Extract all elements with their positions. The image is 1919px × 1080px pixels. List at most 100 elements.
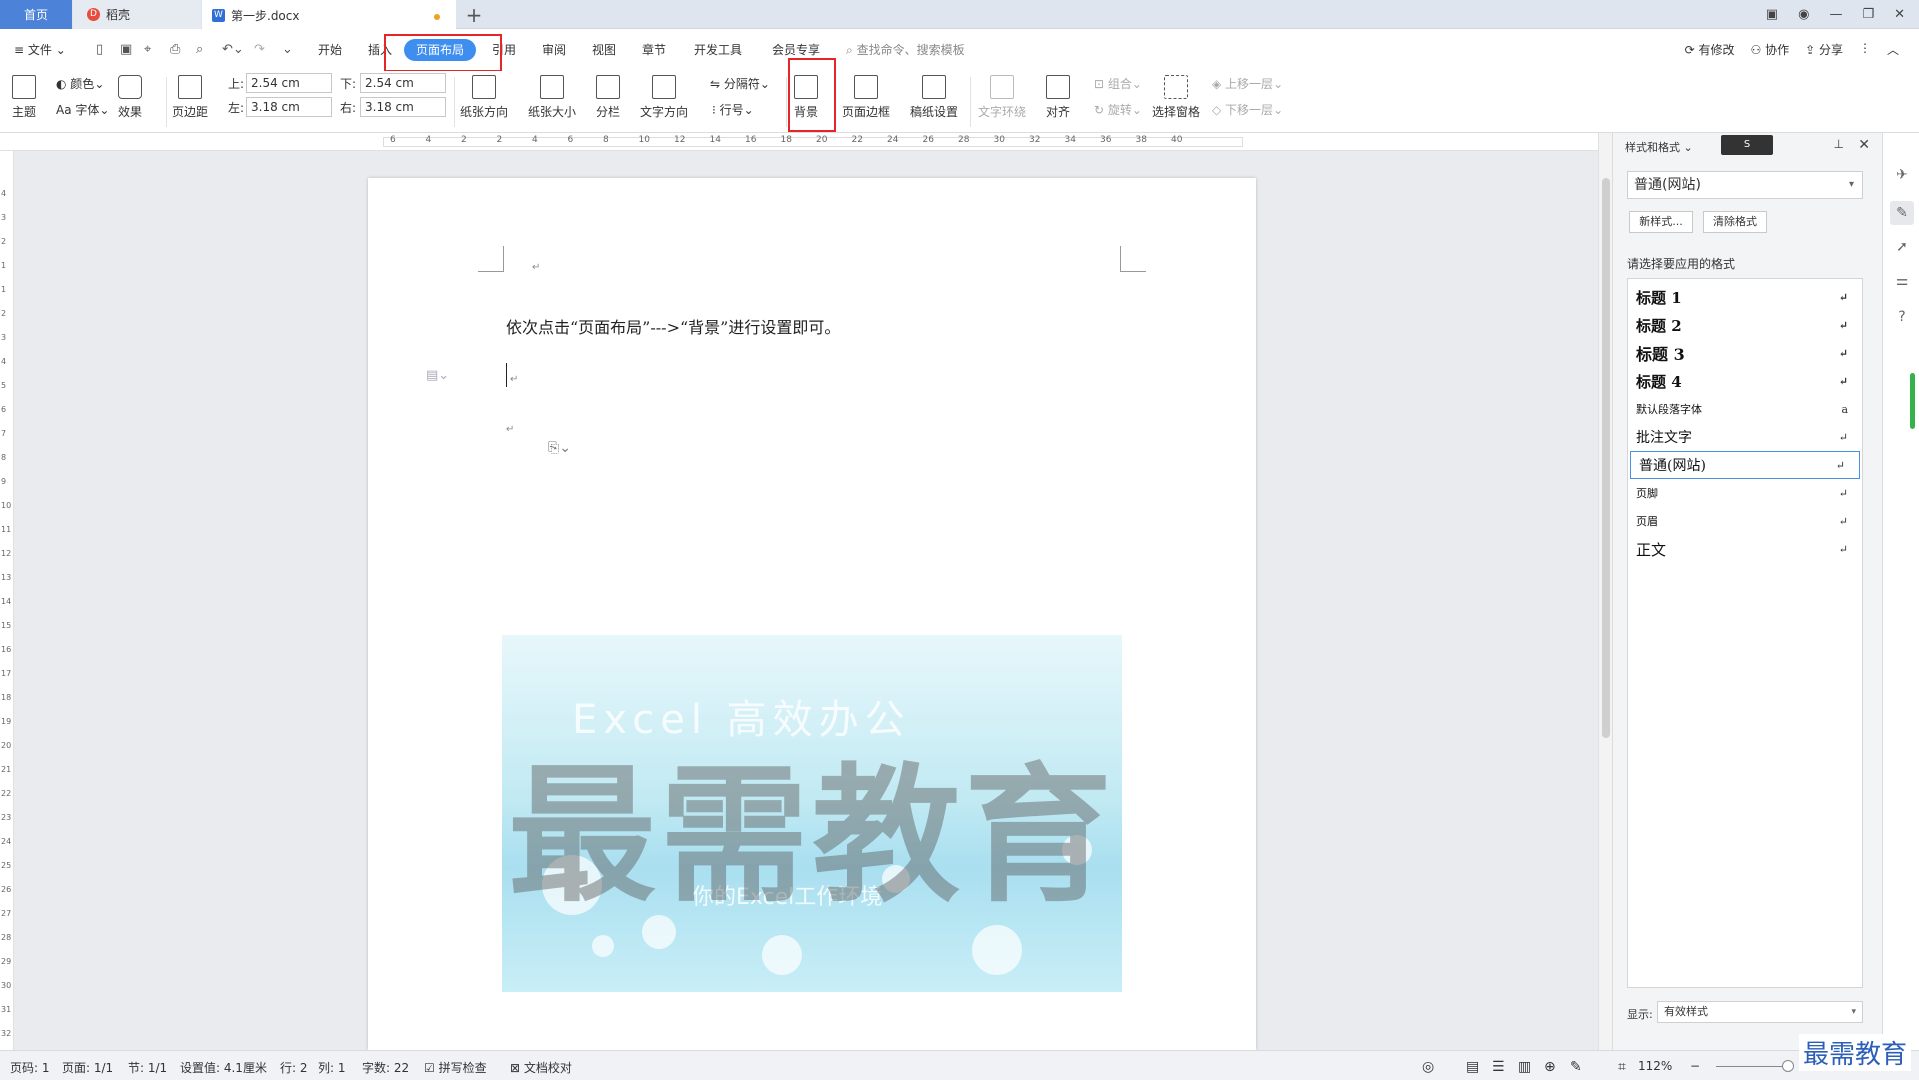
modified-button[interactable]: ⟳ 有修改	[1685, 41, 1735, 58]
effects-button[interactable]: 效果	[118, 75, 142, 120]
menu-member[interactable]: 会员专享	[772, 41, 820, 59]
rocket-icon[interactable]: ✈	[1893, 167, 1911, 185]
share-button[interactable]: ⇪ 分享	[1805, 41, 1843, 58]
search-box[interactable]: ⌕ 查找命令、搜索模板	[846, 41, 965, 58]
show-filter-select[interactable]: 有效样式 ▾	[1657, 1001, 1863, 1023]
close-icon[interactable]: ✕	[1894, 7, 1905, 22]
paste-options-icon[interactable]: ⎘⌄	[548, 440, 571, 456]
eye-protect-icon[interactable]: ◎	[1422, 1059, 1434, 1075]
tab-home[interactable]: 首页	[0, 0, 72, 29]
rotate-button[interactable]: ↻ 旋转⌄	[1094, 101, 1142, 118]
print-preview-icon[interactable]: ⌕	[196, 42, 203, 57]
tab-daoke[interactable]: D 稻壳	[73, 0, 201, 29]
write-view-icon[interactable]: ✎	[1570, 1059, 1582, 1075]
outline-view-icon[interactable]: ☰	[1492, 1059, 1505, 1075]
menu-start[interactable]: 开始	[318, 41, 342, 59]
document-page[interactable]: ↵ 依次点击“页面布局”--->“背景”进行设置即可。 ▤⌄ ↵ ↵ ⎘⌄ Ex…	[368, 178, 1256, 1050]
style-item[interactable]: 标题 4 ↵	[1628, 367, 1862, 395]
left-margin-input[interactable]: 3.18 cm	[246, 97, 332, 117]
new-doc-icon[interactable]: ▯	[96, 42, 103, 57]
panel-title[interactable]: 样式和格式 ⌄	[1625, 139, 1693, 155]
current-style-select[interactable]: 普通(网站) ▾	[1627, 171, 1863, 199]
status-section[interactable]: 节: 1/1	[128, 1059, 167, 1076]
ime-indicator[interactable]: S	[1721, 135, 1773, 155]
avatar[interactable]: ◉	[1798, 7, 1809, 22]
scrollbar-thumb[interactable]	[1602, 178, 1610, 738]
doc-icon[interactable]: ▤⌄	[426, 368, 449, 383]
status-pages[interactable]: 页面: 1/1	[62, 1059, 113, 1076]
columns-button[interactable]: 分栏	[596, 75, 620, 120]
bottom-margin-input[interactable]: 2.54 cm	[360, 73, 446, 93]
menu-review[interactable]: 审阅	[542, 41, 566, 59]
collapse-ribbon-icon[interactable]: ︿	[1887, 41, 1899, 58]
fit-page-icon[interactable]: ⌗	[1618, 1059, 1626, 1075]
panel-close-icon[interactable]: ✕	[1858, 137, 1870, 153]
right-margin-input[interactable]: 3.18 cm	[360, 97, 446, 117]
help-icon[interactable]: ?	[1893, 309, 1911, 327]
status-page[interactable]: 页码: 1	[10, 1059, 50, 1076]
menu-view[interactable]: 视图	[592, 41, 616, 59]
status-words[interactable]: 字数: 22	[362, 1059, 409, 1076]
orientation-button[interactable]: 纸张方向	[460, 75, 508, 120]
zoom-level[interactable]: 112%	[1638, 1059, 1672, 1073]
status-row[interactable]: 行: 2	[280, 1059, 308, 1076]
page-border-button[interactable]: 页面边框	[842, 75, 890, 120]
format-painter-icon[interactable]: ⌖	[144, 42, 151, 57]
paper-size-button[interactable]: 纸张大小	[528, 75, 576, 120]
tab-document[interactable]: W 第一步.docx	[202, 0, 456, 29]
page-view-icon[interactable]: ▤	[1466, 1059, 1479, 1075]
bring-forward-button[interactable]: ◈ 上移一层⌄	[1212, 75, 1283, 92]
style-item[interactable]: 标题 3 ↵	[1628, 339, 1862, 367]
top-margin-input[interactable]: 2.54 cm	[246, 73, 332, 93]
redo-icon[interactable]: ↷	[254, 42, 265, 57]
more-icon[interactable]: ⋮	[1859, 41, 1871, 58]
style-item[interactable]: 页脚 ↵	[1628, 479, 1862, 507]
group-button[interactable]: ⊡ 组合⌄	[1094, 75, 1142, 92]
zoom-slider-thumb[interactable]	[1782, 1060, 1794, 1072]
manuscript-button[interactable]: 稿纸设置	[910, 75, 958, 120]
customize-icon[interactable]: ⌄	[282, 42, 293, 57]
save-icon[interactable]: ▣	[120, 42, 132, 57]
cursor-icon[interactable]: ➚	[1893, 239, 1911, 257]
status-col[interactable]: 列: 1	[318, 1059, 346, 1076]
spell-check-button[interactable]: ☑ 拼写检查	[424, 1059, 487, 1076]
minimize-icon[interactable]: —	[1829, 7, 1842, 22]
proofread-button[interactable]: ⊠ 文档校对	[510, 1059, 572, 1076]
vertical-ruler[interactable]: 4 3 2 1 1 2 3 4 5 6 7 8 9 10 11 12 13 14 15 16 17 18 19 20 21 22 2…	[0, 151, 14, 1050]
align-button[interactable]: 对齐	[1046, 75, 1070, 120]
style-item[interactable]: 页眉 ↵	[1628, 507, 1862, 535]
wrap-button[interactable]: 文字环绕	[978, 75, 1026, 120]
style-item-selected[interactable]: 普通(网站) ↵	[1630, 451, 1860, 479]
background-image[interactable]: Excel 高效办公 你的Excel工作环境 最需教育	[502, 635, 1122, 992]
print-icon[interactable]: ⎙	[170, 42, 180, 57]
theme-button[interactable]: 主题	[12, 75, 36, 120]
restore-icon[interactable]: ❐	[1862, 7, 1874, 22]
clear-format-button[interactable]: 清除格式	[1703, 211, 1767, 233]
text-direction-button[interactable]: 文字方向	[640, 75, 688, 120]
side-scroll-indicator[interactable]	[1910, 373, 1915, 429]
colors-button[interactable]: ◐ 颜色⌄	[56, 75, 104, 92]
style-item[interactable]: 批注文字 ↵	[1628, 423, 1862, 451]
document-text-line1[interactable]: 依次点击“页面布局”--->“背景”进行设置即可。	[506, 314, 840, 338]
style-item[interactable]: 标题 2 ↵	[1628, 311, 1862, 339]
style-item[interactable]: 默认段落字体 a	[1628, 395, 1862, 423]
fonts-button[interactable]: Aa 字体⌄	[56, 101, 109, 118]
style-item[interactable]: 标题 1 ↵	[1628, 283, 1862, 311]
collab-button[interactable]: ⚇ 协作	[1751, 41, 1790, 58]
web-view-icon[interactable]: ⊕	[1544, 1059, 1556, 1075]
vertical-scrollbar[interactable]	[1598, 133, 1612, 1050]
send-backward-button[interactable]: ◇ 下移一层⌄	[1212, 101, 1283, 118]
pen-icon[interactable]: ✎	[1890, 201, 1914, 225]
style-item[interactable]: 正文 ↵	[1628, 535, 1862, 563]
status-setting[interactable]: 设置值: 4.1厘米	[180, 1059, 267, 1076]
selection-pane-button[interactable]: 选择窗格	[1152, 75, 1200, 120]
margins-button[interactable]: 页边距	[172, 75, 208, 120]
menu-section[interactable]: 章节	[642, 41, 666, 59]
workspace-icon[interactable]: ▣	[1766, 7, 1778, 22]
menu-developer[interactable]: 开发工具	[694, 41, 742, 59]
horizontal-ruler[interactable]: 6 4 2 2 4 6 8 10 12 14 16 18 20 22 24 26 28 30 32 34 36 38 40	[0, 133, 1598, 151]
zoom-slider[interactable]	[1716, 1066, 1788, 1067]
new-tab-button[interactable]: +	[456, 0, 492, 29]
settings-sliders-icon[interactable]: ⚌	[1893, 273, 1911, 291]
pin-icon[interactable]: ⊥	[1834, 137, 1844, 151]
